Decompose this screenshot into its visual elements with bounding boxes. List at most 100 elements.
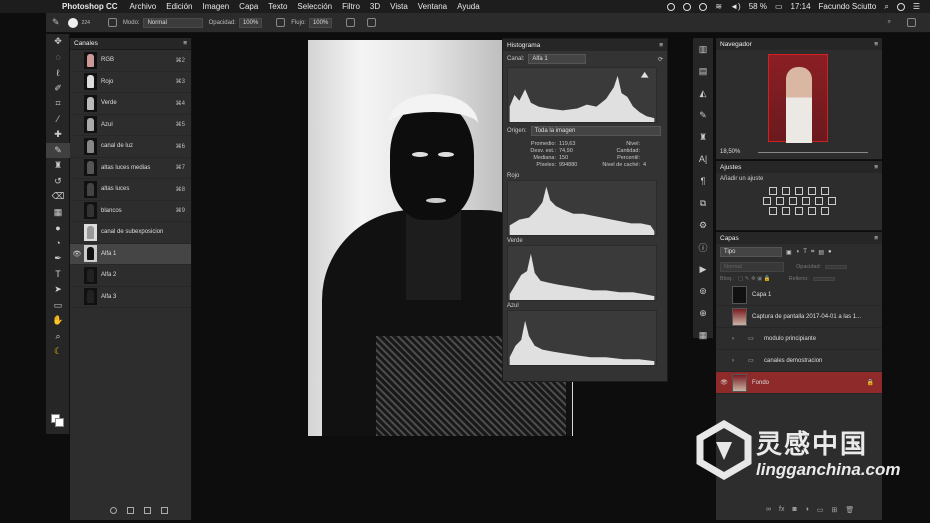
color-balance-icon[interactable] xyxy=(775,197,784,205)
transform-icon[interactable]: ⧉ xyxy=(693,192,713,214)
gradient-map-icon[interactable] xyxy=(821,207,829,215)
3d-icon[interactable]: ⊚ xyxy=(693,280,713,302)
menu-ventana[interactable]: Ventana xyxy=(418,2,447,11)
background-color-swatch[interactable] xyxy=(55,418,64,427)
brush-tool-icon-active[interactable]: ✎ xyxy=(46,142,70,158)
siri-icon[interactable] xyxy=(896,2,905,11)
channel-row-blancos[interactable]: blancos ⌘9 xyxy=(70,201,191,222)
panel-menu-icon[interactable]: ≡ xyxy=(874,164,878,171)
adjustments-panel-header[interactable]: Ajustes ≡ xyxy=(716,161,882,173)
channel-row-verde[interactable]: Verde ⌘4 xyxy=(70,93,191,115)
airbrush-icon[interactable] xyxy=(346,18,356,27)
workspace-search-icon[interactable]: ⌕ xyxy=(888,19,891,26)
channel-row-alfa-1[interactable]: 👁 Alfa 1 xyxy=(70,243,191,265)
menu-vista[interactable]: Vista xyxy=(390,2,408,11)
marquee-tool-icon[interactable]: ◌ xyxy=(46,50,70,66)
record-icon[interactable] xyxy=(667,2,676,11)
levels-icon[interactable] xyxy=(782,187,790,195)
blend-mode-select[interactable]: Normal xyxy=(720,262,784,272)
chevron-right-icon[interactable]: › xyxy=(732,358,744,364)
curves-icon[interactable] xyxy=(795,187,803,195)
pressure-opacity-icon[interactable] xyxy=(276,18,286,27)
search-icon[interactable]: ⌕ xyxy=(884,2,888,12)
warning-icon[interactable] xyxy=(640,71,649,78)
path-select-tool-icon[interactable]: ➤ xyxy=(46,282,70,298)
trash-icon[interactable] xyxy=(161,507,168,514)
channel-row-altas-luces-medias[interactable]: altas luces medias ⌘7 xyxy=(70,158,191,179)
layer-row-fondo[interactable]: 👁 Fondo 🔒 xyxy=(716,372,882,394)
layer-group-canales-demostracion[interactable]: › ▭ canales demostracion xyxy=(716,350,882,372)
hue-saturation-icon[interactable] xyxy=(762,197,771,205)
posterize-icon[interactable] xyxy=(782,207,790,215)
filter-smart-icon[interactable]: ▤ xyxy=(818,249,824,256)
brightness-icon[interactable] xyxy=(769,187,777,195)
visibility-eye-icon[interactable]: 👁 xyxy=(716,379,732,386)
filter-pixel-icon[interactable]: ▣ xyxy=(786,249,792,256)
bluetooth-icon[interactable] xyxy=(699,2,708,11)
menu-texto[interactable]: Texto xyxy=(268,2,287,11)
layer-row-captura[interactable]: Captura de pantalla 2017-04-01 a las 1..… xyxy=(716,306,882,328)
quick-select-tool-icon[interactable]: ✐ xyxy=(46,81,70,97)
panel-menu-icon[interactable]: ≡ xyxy=(874,41,878,48)
user-name[interactable]: Facundo Sciutto xyxy=(819,2,877,11)
opacity-input[interactable]: 100% xyxy=(238,17,263,28)
clone-source-icon[interactable]: ♜ xyxy=(693,126,713,148)
menu-filtro[interactable]: Filtro xyxy=(342,2,360,11)
navigator-zoom-slider[interactable] xyxy=(758,152,868,153)
load-selection-icon[interactable] xyxy=(110,507,117,514)
grid-icon[interactable]: ▦ xyxy=(693,324,713,346)
cloud-icon[interactable] xyxy=(683,2,692,11)
adjustments-panel-icon[interactable]: ◭ xyxy=(693,82,713,104)
channel-row-rojo[interactable]: Rojo ⌘3 xyxy=(70,72,191,93)
save-selection-icon[interactable] xyxy=(127,507,134,514)
filter-shape-icon[interactable]: ⌗ xyxy=(811,249,814,256)
channel-row-rgb[interactable]: RGB ⌘2 xyxy=(70,50,191,72)
channel-row-canal-de-luz[interactable]: canal de luz ⌘6 xyxy=(70,136,191,158)
dodge-tool-icon[interactable]: ◔ xyxy=(46,236,70,252)
layer-filter-select[interactable]: Tipo xyxy=(720,247,782,257)
menu-imagen[interactable]: Imagen xyxy=(202,2,229,11)
workspace-icon[interactable] xyxy=(907,18,916,27)
brush-panel-icon[interactable]: ✎ xyxy=(693,104,713,126)
move-tool-icon[interactable]: ✥ xyxy=(46,34,70,50)
mode-select[interactable]: Normal xyxy=(142,17,203,28)
channel-row-alfa-2[interactable]: Alfa 2 xyxy=(70,265,191,287)
battery-icon[interactable]: ▭ xyxy=(775,2,783,11)
layer-fill-input[interactable] xyxy=(812,277,835,281)
brush-tool-icon[interactable]: ✎ xyxy=(52,17,60,28)
navigator-thumbnail[interactable] xyxy=(768,54,828,143)
gradient-tool-icon[interactable]: ▦ xyxy=(46,205,70,221)
channel-row-altas-luces[interactable]: altas luces ⌘8 xyxy=(70,179,191,201)
notifications-icon[interactable]: ☰ xyxy=(913,2,920,11)
menu-ayuda[interactable]: Ayuda xyxy=(457,2,480,11)
new-group-icon[interactable]: ▭ xyxy=(817,506,824,514)
type-tool-icon[interactable]: T xyxy=(46,267,70,283)
volume-icon[interactable]: ◄) xyxy=(730,2,741,11)
blur-tool-icon[interactable]: ● xyxy=(46,220,70,236)
channel-mixer-icon[interactable] xyxy=(814,197,823,205)
black-white-icon[interactable] xyxy=(788,197,797,205)
histogram-panel-header[interactable]: Histograma ≡ xyxy=(503,39,667,51)
brush-panel-icon[interactable] xyxy=(107,18,117,27)
color-lookup-icon[interactable] xyxy=(827,197,836,205)
lock-icons[interactable]: ▢ ✎ ✥ ▣ 🔒 xyxy=(738,276,771,282)
filter-adjustment-icon[interactable]: ◑ xyxy=(796,249,800,255)
panel-menu-icon[interactable]: ≡ xyxy=(874,235,878,242)
character-panel-icon[interactable]: A| xyxy=(693,148,713,170)
layer-group-modulo-principiante[interactable]: › ▭ modulo principiante xyxy=(716,328,882,350)
zoom-tool-icon[interactable]: ⌕ xyxy=(46,329,70,345)
filter-type-icon[interactable]: T xyxy=(803,249,807,255)
menu-edicion[interactable]: Edición xyxy=(166,2,192,11)
brush-preset-picker[interactable] xyxy=(67,17,78,28)
invert-icon[interactable] xyxy=(769,207,777,215)
layer-opacity-input[interactable] xyxy=(825,265,848,269)
wifi-icon[interactable]: ≋ xyxy=(715,2,722,11)
menu-archivo[interactable]: Archivo xyxy=(130,2,157,11)
exposure-icon[interactable] xyxy=(808,187,816,195)
layers-panel-header[interactable]: Capas ≡ xyxy=(716,232,882,244)
eyedropper-tool-icon[interactable]: ⁄ xyxy=(46,112,70,128)
histogram-panel-icon[interactable]: ▥ xyxy=(693,38,713,60)
play-actions-icon[interactable]: ▶ xyxy=(693,258,713,280)
channel-row-canal-de-subexposicion[interactable]: canal de subexposicion xyxy=(70,222,191,244)
panel-menu-icon[interactable]: ≡ xyxy=(659,42,663,49)
